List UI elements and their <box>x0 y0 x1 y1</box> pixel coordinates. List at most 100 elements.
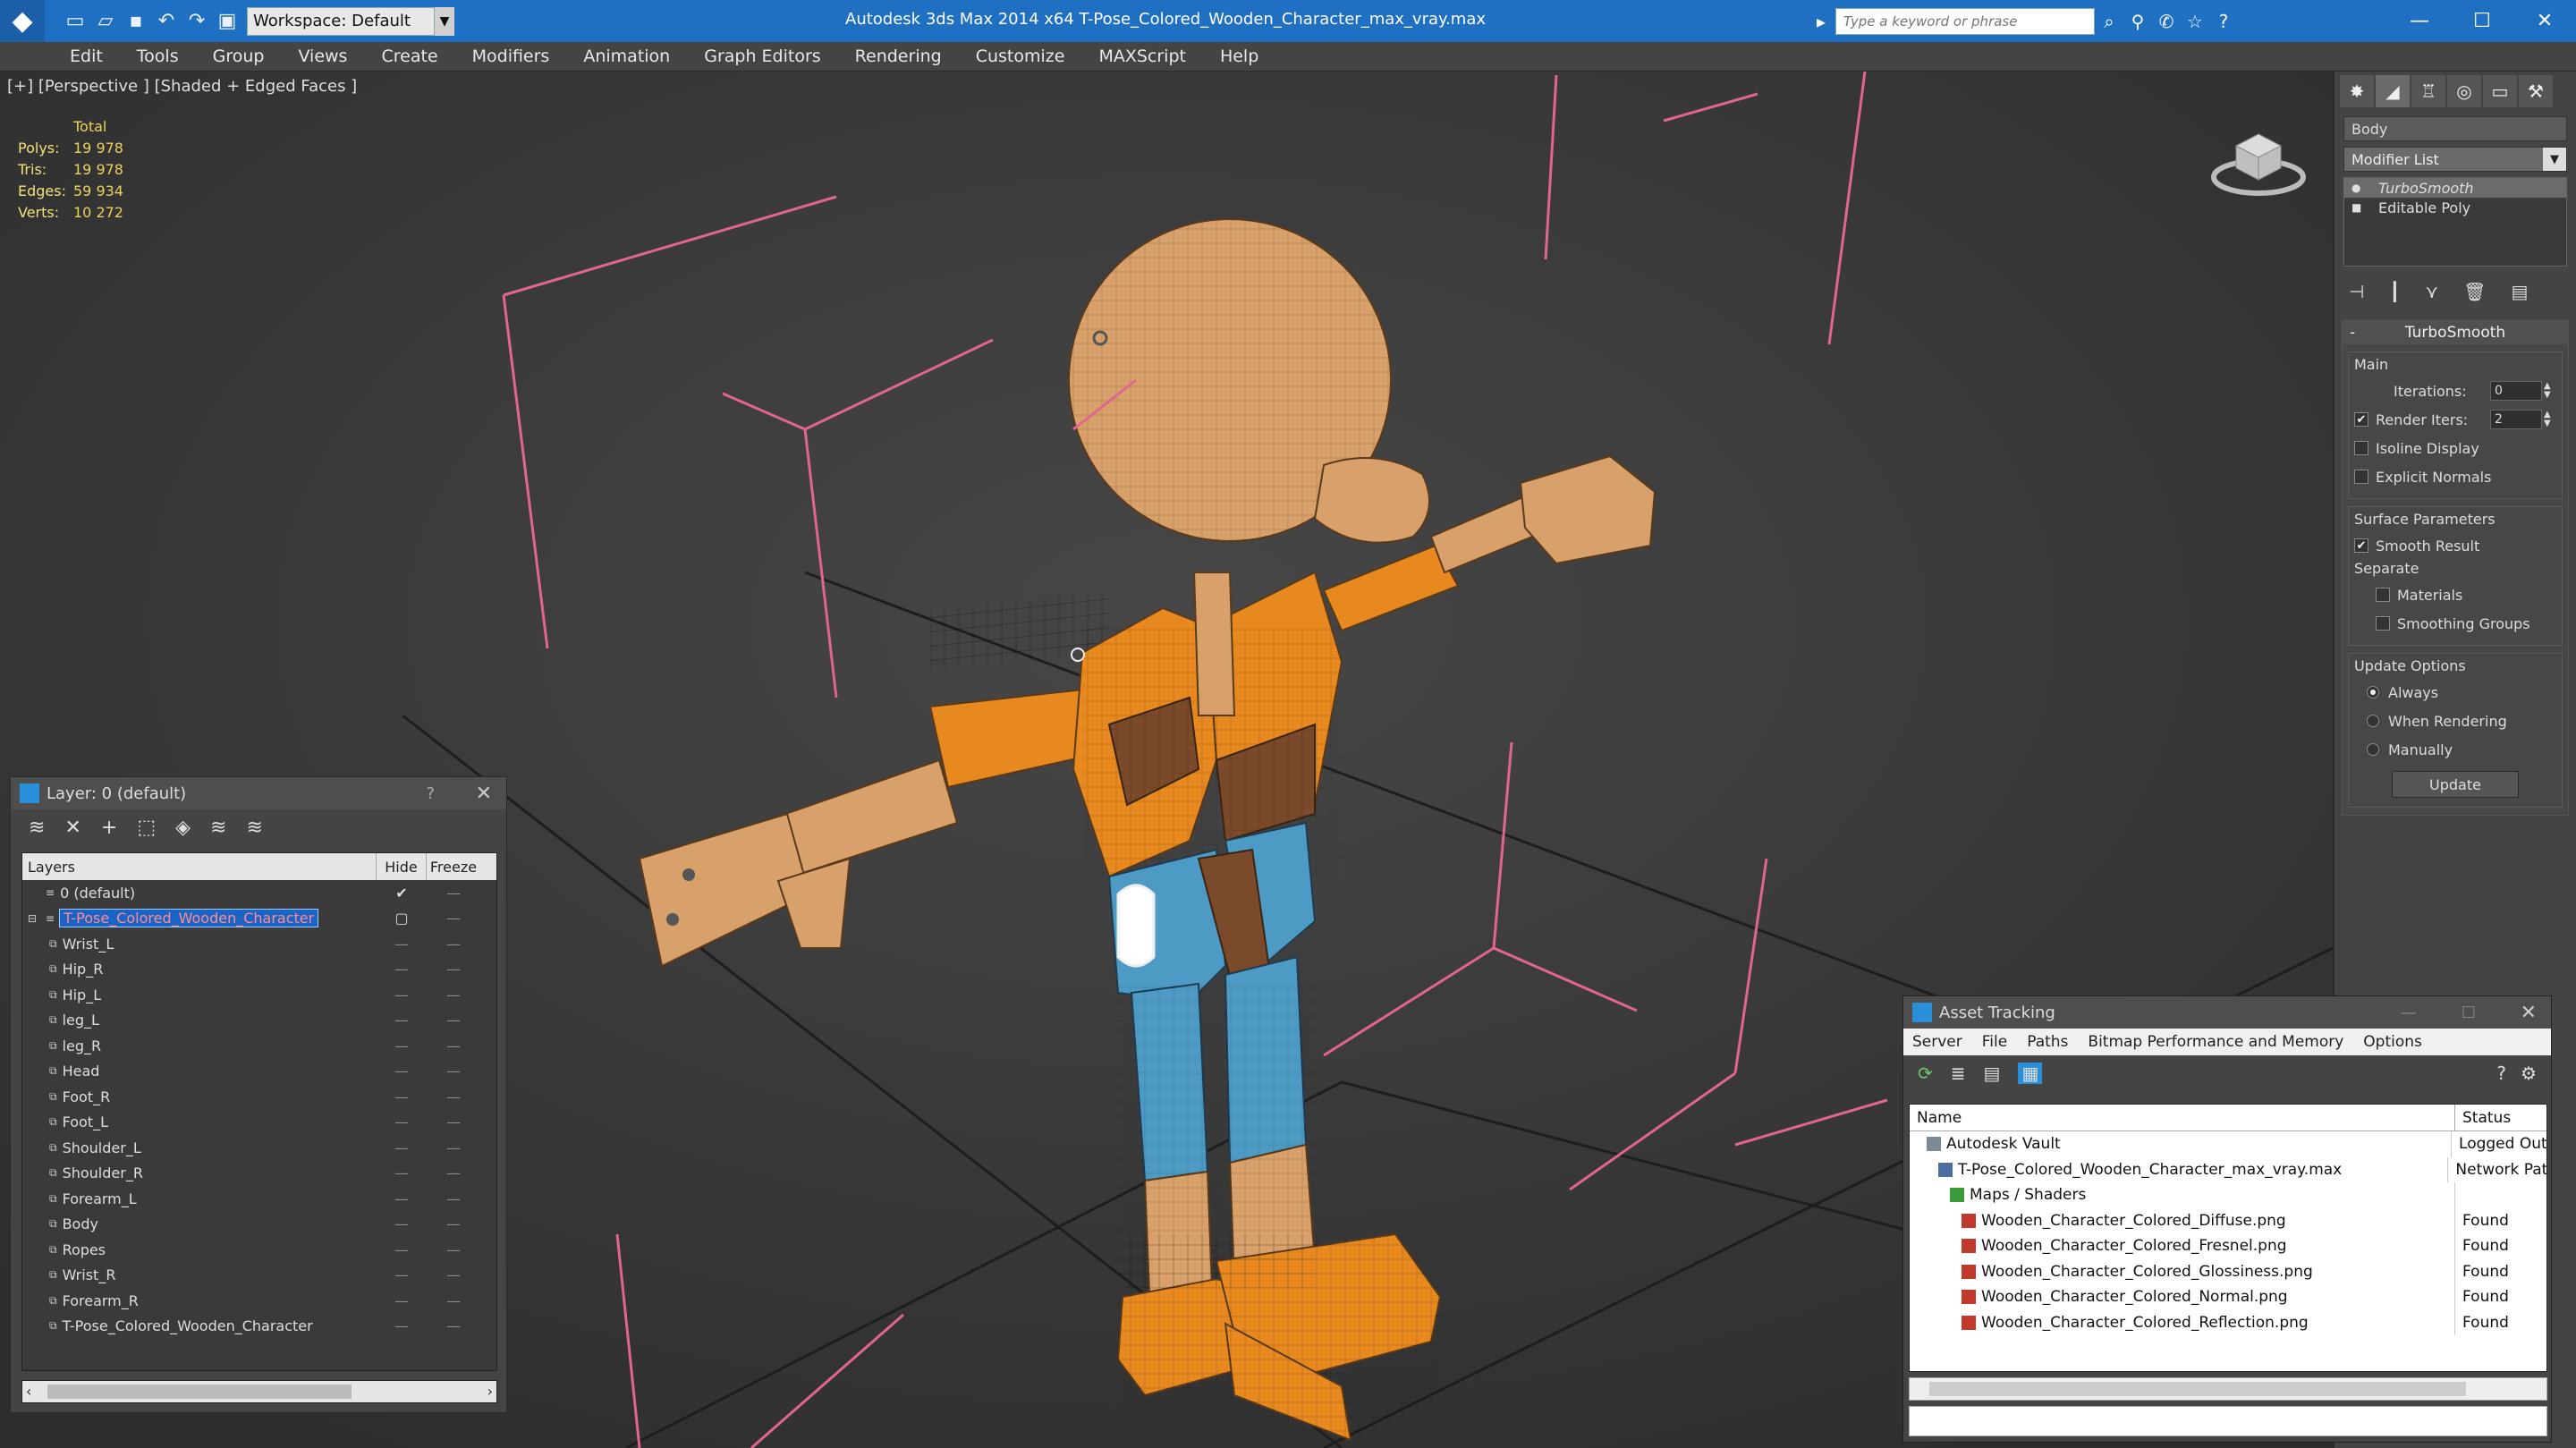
layer-row[interactable]: ⧉ leg_R — — <box>22 1033 496 1059</box>
layer-row[interactable]: ⧉ Foot_R — — <box>22 1084 496 1110</box>
save-icon[interactable]: ▪ <box>123 9 148 34</box>
iterations-spinner[interactable]: 0 <box>2490 381 2542 401</box>
add-to-layer-icon[interactable]: + <box>101 817 117 839</box>
help-icon[interactable]: ? <box>2209 8 2238 35</box>
layer-row[interactable]: ⧉ Forearm_R — — <box>22 1288 496 1314</box>
scroll-left-icon[interactable]: ‹ <box>26 1383 31 1400</box>
table-view-icon[interactable]: ▦ <box>2018 1063 2043 1084</box>
chevron-down-icon[interactable]: ▼ <box>435 6 454 36</box>
help-icon[interactable]: ? <box>2496 1063 2506 1084</box>
menu-animation[interactable]: Animation <box>583 47 670 66</box>
stack-item-turbosmooth[interactable]: ● TurboSmooth <box>2344 178 2566 198</box>
close-icon[interactable]: ✕ <box>2521 1002 2537 1024</box>
materials-checkbox[interactable] <box>2376 588 2390 602</box>
hide-toggle-icon[interactable]: — <box>377 1114 427 1130</box>
hide-toggle-icon[interactable]: — <box>377 1139 427 1156</box>
open-file-icon[interactable]: ▱ <box>93 9 118 34</box>
freeze-toggle-icon[interactable]: — <box>427 936 480 953</box>
asset-menu-server[interactable]: Server <box>1912 1033 1962 1051</box>
freeze-toggle-icon[interactable]: — <box>427 910 480 927</box>
freeze-toggle-icon[interactable]: — <box>427 1139 480 1156</box>
chevron-down-icon[interactable]: ▼ <box>2543 148 2566 171</box>
maximize-icon[interactable]: ☐ <box>2462 1003 2476 1022</box>
render-iters-checkbox[interactable]: ✔ <box>2354 412 2368 427</box>
close-icon[interactable]: ✕ <box>2513 0 2576 42</box>
menu-views[interactable]: Views <box>298 47 347 66</box>
scroll-right-icon[interactable]: › <box>487 1383 493 1400</box>
select-in-layer-icon[interactable]: ⬚ <box>137 817 156 839</box>
col-name[interactable]: Name <box>1910 1104 2455 1131</box>
hide-toggle-icon[interactable]: — <box>377 1164 427 1181</box>
asset-menu-file[interactable]: File <box>1982 1033 2007 1051</box>
maximize-icon[interactable]: ☐ <box>2451 0 2513 42</box>
update-button[interactable]: Update <box>2392 771 2519 798</box>
freeze-toggle-icon[interactable]: — <box>427 1215 480 1232</box>
hierarchy-tab-icon[interactable]: ♖ <box>2411 75 2445 107</box>
asset-row[interactable]: Autodesk Vault Logged Out <box>1910 1131 2546 1157</box>
workspace-dropdown[interactable]: Workspace: Default <box>247 6 435 36</box>
configure-sets-icon[interactable]: ▤ <box>2512 281 2529 302</box>
freeze-toggle-icon[interactable]: — <box>427 1164 480 1181</box>
hide-toggle-icon[interactable]: — <box>377 961 427 978</box>
layer-row[interactable]: ⧉ Shoulder_R — — <box>22 1161 496 1187</box>
freeze-toggle-icon[interactable]: — <box>427 885 480 902</box>
layer-row[interactable]: ⧉ Body — — <box>22 1212 496 1238</box>
create-tab-icon[interactable]: ✸ <box>2340 75 2374 107</box>
new-file-icon[interactable]: ▭ <box>63 9 88 34</box>
search-input[interactable] <box>1835 8 2095 35</box>
manually-radio[interactable] <box>2367 743 2379 756</box>
menu-help[interactable]: Help <box>1220 47 1258 66</box>
scroll-thumb[interactable] <box>47 1384 352 1399</box>
hide-toggle-icon[interactable]: — <box>377 1292 427 1309</box>
rollout-header[interactable]: - TurboSmooth <box>2343 321 2568 344</box>
communication-icon[interactable]: ✆ <box>2152 8 2181 35</box>
expand-arrow-icon[interactable]: ▸ <box>1807 8 1835 35</box>
stack-item-editable-poly[interactable]: ■ Editable Poly <box>2344 198 2566 217</box>
col-freeze[interactable]: Freeze <box>427 853 480 880</box>
freeze-toggle-icon[interactable]: — <box>427 1088 480 1105</box>
hide-all-icon[interactable]: ≋ <box>210 817 226 839</box>
isoline-checkbox[interactable] <box>2354 441 2368 455</box>
binoculars-icon[interactable]: ⌕ <box>2095 8 2123 35</box>
freeze-toggle-icon[interactable]: — <box>427 1190 480 1207</box>
asset-row[interactable]: Wooden_Character_Colored_Glossiness.png F… <box>1910 1258 2546 1284</box>
asset-row[interactable]: Wooden_Character_Colored_Reflection.png F… <box>1910 1309 2546 1335</box>
asset-row[interactable]: Wooden_Character_Colored_Normal.png Found <box>1910 1284 2546 1310</box>
when-rendering-radio[interactable] <box>2367 715 2379 727</box>
expand-icon[interactable]: ■ <box>2351 201 2364 214</box>
create-layer-icon[interactable]: ≋ <box>29 817 45 839</box>
modify-tab-icon[interactable]: ◢ <box>2376 75 2410 107</box>
set-active-icon[interactable]: ▢ <box>377 910 427 927</box>
asset-row[interactable]: Maps / Shaders <box>1910 1182 2546 1208</box>
freeze-toggle-icon[interactable]: — <box>427 1266 480 1283</box>
menu-maxscript[interactable]: MAXScript <box>1098 47 1186 66</box>
layer-row[interactable]: ⧉ Shoulder_L — — <box>22 1135 496 1161</box>
hide-toggle-icon[interactable]: — <box>377 1266 427 1283</box>
redo-icon[interactable]: ↷ <box>184 9 209 34</box>
utilities-tab-icon[interactable]: ⚒ <box>2519 75 2553 107</box>
hide-toggle-icon[interactable]: — <box>377 1190 427 1207</box>
layer-panel-titlebar[interactable]: Layer: 0 (default) ? ✕ <box>11 777 506 809</box>
explicit-normals-checkbox[interactable] <box>2354 470 2368 484</box>
freeze-toggle-icon[interactable]: — <box>427 1292 480 1309</box>
freeze-toggle-icon[interactable]: — <box>427 1037 480 1054</box>
horizontal-scrollbar[interactable]: ‹ › <box>21 1380 497 1403</box>
expand-icon[interactable]: ⊟ <box>28 912 40 925</box>
layer-row[interactable]: ⧉ T-Pose_Colored_Wooden_Character — — <box>22 1314 496 1340</box>
smooth-result-checkbox[interactable]: ✔ <box>2354 538 2368 553</box>
scroll-thumb[interactable] <box>1929 1382 2466 1396</box>
layer-row[interactable]: ≡ 0 (default) ✔ — <box>22 880 496 906</box>
refresh-icon[interactable]: ⟳ <box>1918 1063 1933 1084</box>
layer-row[interactable]: ⧉ Ropes — — <box>22 1237 496 1263</box>
viewport-label[interactable]: [+] [Perspective ] [Shaded + Edged Faces… <box>7 77 357 96</box>
display-tab-icon[interactable]: ▭ <box>2483 75 2517 107</box>
col-layers[interactable]: Layers <box>22 853 377 880</box>
freeze-toggle-icon[interactable]: — <box>427 1114 480 1130</box>
help-icon[interactable]: ? <box>426 784 435 803</box>
object-name-field[interactable]: Body <box>2343 116 2567 141</box>
spinner-arrows-icon[interactable]: ▲ ▼ <box>2544 382 2556 400</box>
hide-toggle-icon[interactable]: — <box>377 1088 427 1105</box>
active-layer-check-icon[interactable]: ✔ <box>377 885 427 902</box>
layer-row[interactable]: ⧉ Wrist_L — — <box>22 931 496 957</box>
menu-create[interactable]: Create <box>381 47 437 66</box>
